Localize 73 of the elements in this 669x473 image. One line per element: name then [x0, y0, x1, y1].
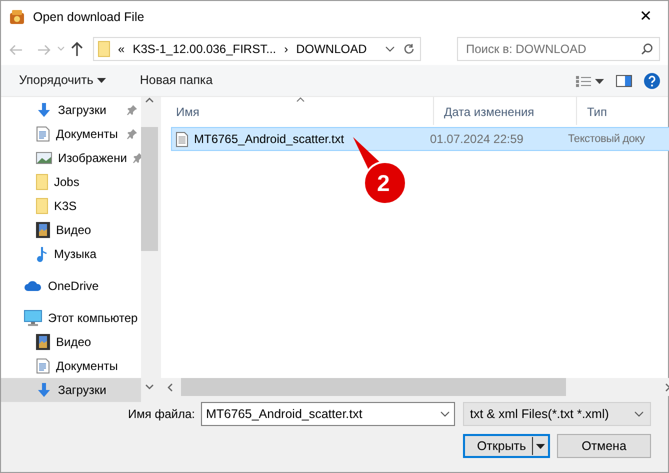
step-number: 2 [377, 170, 390, 196]
close-button[interactable]: ✕ [624, 2, 668, 32]
film-icon [36, 222, 50, 238]
chevron-down-icon [440, 411, 450, 417]
column-header[interactable]: Тип [577, 97, 669, 125]
app-icon [9, 9, 25, 25]
chevron-down-icon [57, 46, 65, 52]
organize-button[interactable]: Упорядочить [17, 69, 108, 92]
search-field[interactable]: Поиск в: DOWNLOAD [464, 39, 641, 59]
file-row[interactable]: MT6765_Android_scatter.txt 01.07.2024 22:59 Текстовый доку [171, 127, 669, 151]
search-box[interactable]: Поиск в: DOWNLOAD [457, 37, 660, 61]
download-icon [36, 382, 52, 398]
scrollbar[interactable] [161, 378, 669, 396]
pictures-icon [36, 151, 52, 165]
window-title: Open download File [33, 8, 144, 26]
new-folder-button[interactable]: Новая папка [138, 69, 215, 92]
sidebar-item[interactable]: Изображени [1, 146, 141, 170]
chevron-down-icon [634, 411, 644, 417]
sidebar-item[interactable]: Этот компьютер [1, 306, 141, 330]
breadcrumb-prefix: « [118, 41, 125, 58]
breadcrumb-segment[interactable]: DOWNLOAD [296, 40, 367, 58]
address-bar[interactable]: « K3S-1_12.00.036_FIRST... › DOWNLOAD [93, 37, 421, 61]
open-button[interactable]: Открыть [463, 434, 550, 458]
folder-icon [98, 41, 110, 57]
help-icon [644, 72, 660, 88]
sidebar-item[interactable]: OneDrive [1, 274, 141, 298]
file-type: Текстовый доку [567, 132, 645, 147]
sidebar-item[interactable]: K3S [1, 194, 141, 218]
refresh-icon [403, 43, 415, 55]
breadcrumb-separator: › [284, 41, 288, 58]
search-icon [641, 43, 653, 55]
folder-icon [36, 198, 48, 214]
sidebar-item[interactable]: Документы [1, 354, 141, 378]
modified-date: 01.07.2024 22:59 [429, 131, 524, 148]
document-icon [36, 358, 50, 374]
breadcrumb-segment[interactable]: K3S-1_12.00.036_FIRST... [132, 40, 276, 58]
filename-label: Имя файла: [128, 406, 195, 423]
file-type-dropdown[interactable]: txt & xml Files(*.txt *.xml) [463, 402, 651, 426]
text-file-icon [176, 132, 188, 146]
sidebar-item[interactable]: Загрузки [1, 98, 141, 122]
caret-icon [96, 78, 106, 84]
sidebar-item[interactable]: Музыка [1, 242, 141, 266]
scrollbar[interactable] [141, 97, 158, 396]
file-name: MT6765_Android_scatter.txt [194, 131, 344, 148]
column-header[interactable]: Дата изменения [434, 97, 577, 125]
film-icon [36, 334, 50, 350]
preview-pane-icon [616, 74, 632, 86]
scrollbar-thumb[interactable] [181, 378, 566, 396]
chevron-down-icon [385, 46, 395, 52]
up-arrow-icon [71, 42, 83, 56]
scroll-up-icon [145, 97, 154, 103]
back-arrow-icon [9, 44, 23, 56]
scrollbar-thumb[interactable] [141, 127, 158, 251]
folder-icon [36, 174, 48, 190]
sidebar-item[interactable]: Видео [1, 330, 141, 354]
filename-combo[interactable]: MT6765_Android_scatter.txt [201, 402, 455, 426]
sidebar-item[interactable]: Документы [1, 122, 141, 146]
monitor-icon [24, 310, 42, 326]
sort-caret-icon [296, 97, 305, 102]
scroll-left-icon [167, 382, 173, 392]
sidebar-item[interactable]: Jobs [1, 170, 141, 194]
cloud-icon [24, 280, 42, 292]
download-icon [36, 102, 52, 118]
sidebar-item[interactable]: Загрузки [1, 378, 141, 402]
forward-arrow-icon [37, 44, 51, 56]
view-options-icon [576, 74, 604, 86]
caret-icon [536, 444, 545, 448]
scroll-down-icon [145, 384, 154, 390]
document-icon [36, 126, 50, 142]
sidebar-item[interactable]: Видео [1, 218, 141, 242]
column-header[interactable]: Имя [161, 97, 434, 125]
cancel-button[interactable]: Отмена [557, 434, 651, 458]
music-note-icon [36, 246, 48, 262]
